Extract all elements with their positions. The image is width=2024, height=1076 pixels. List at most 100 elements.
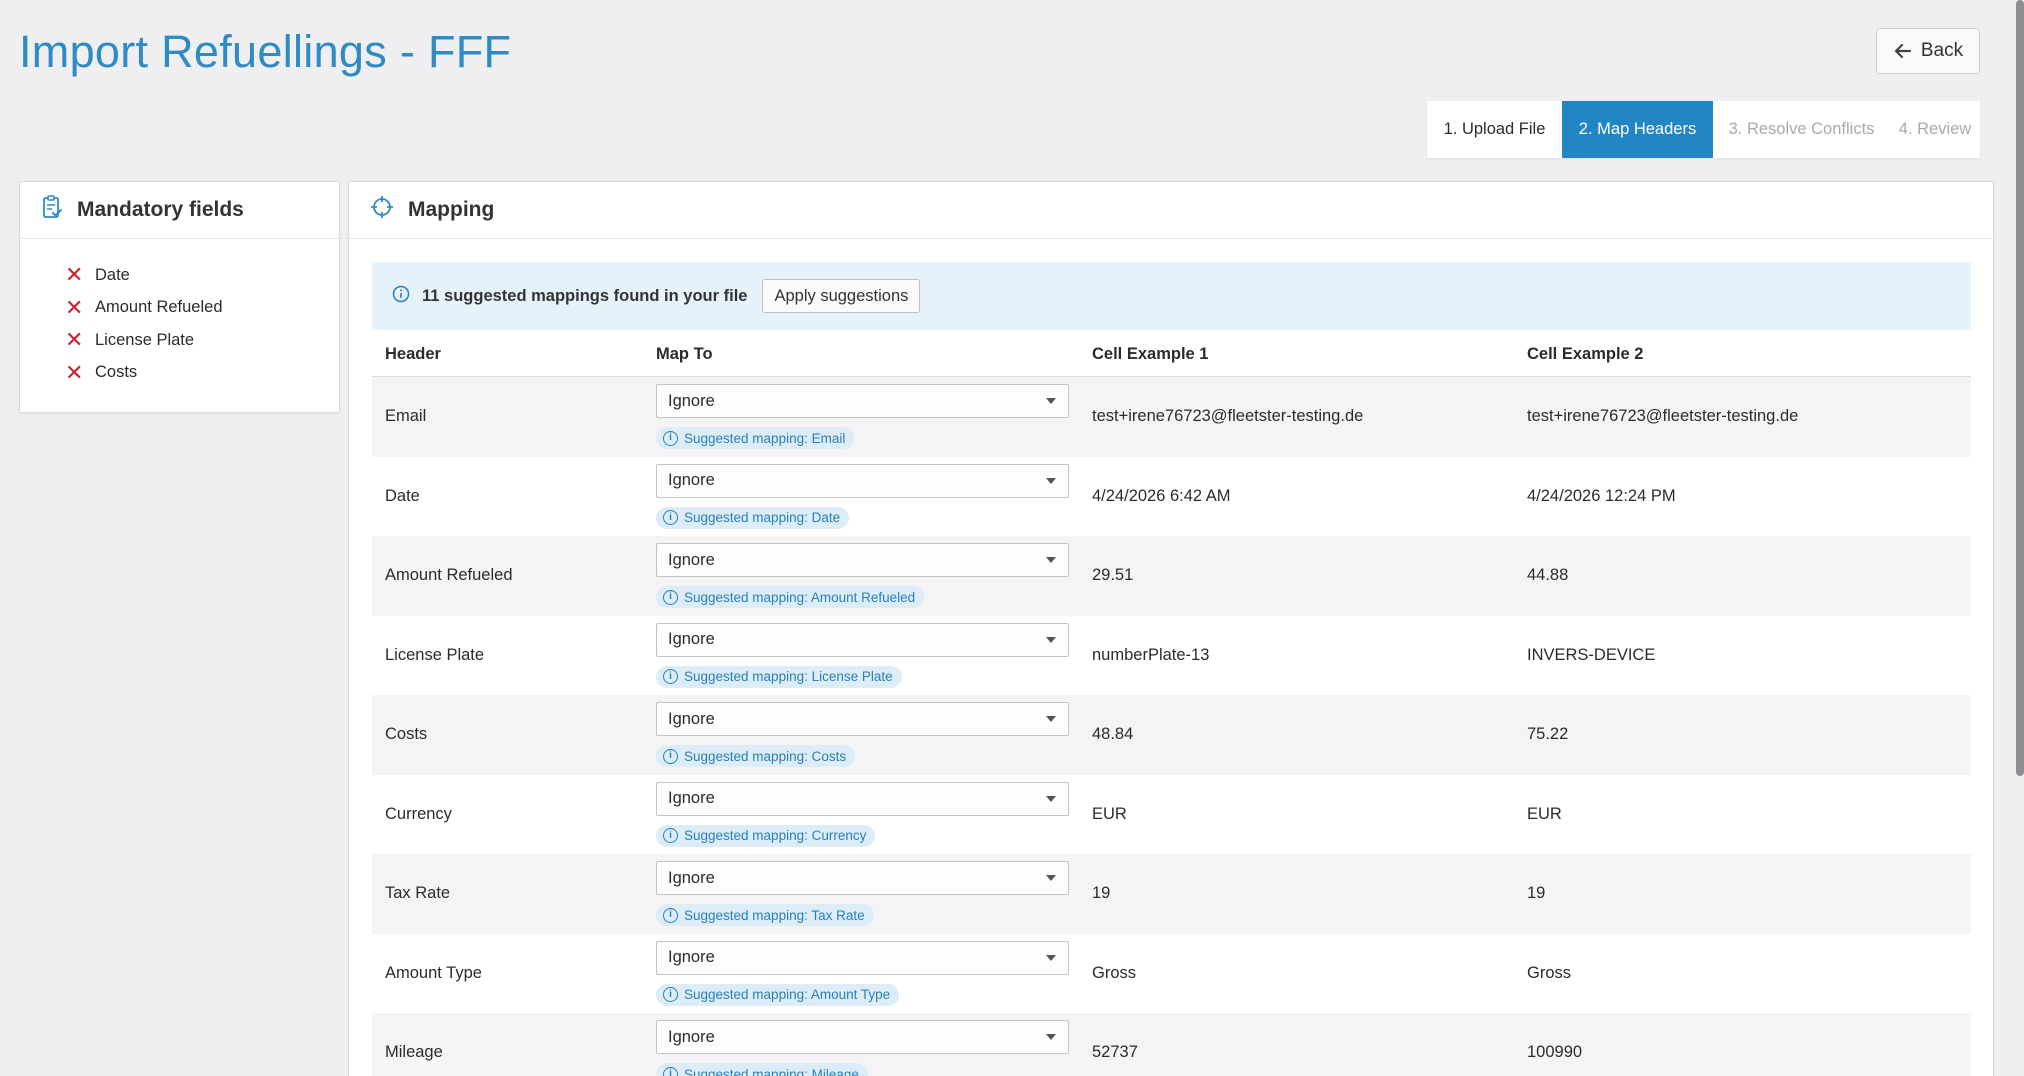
- suggested-mapping-chip[interactable]: i Suggested mapping: Costs: [656, 745, 856, 768]
- arrow-left-icon: [1893, 41, 1913, 61]
- mandatory-field-label: Amount Refueled: [95, 298, 223, 317]
- info-circle-icon: i: [663, 510, 678, 526]
- back-button[interactable]: Back: [1876, 28, 1980, 74]
- map-to-cell: Ignore i Suggested mapping: Amount Type: [643, 940, 1079, 1006]
- map-to-select[interactable]: Ignore: [656, 861, 1069, 896]
- cell-example-1: 4/24/2026 6:42 AM: [1092, 486, 1231, 505]
- suggested-mapping-label: Suggested mapping: Mileage: [684, 1066, 859, 1076]
- map-to-select-value: Ignore: [668, 471, 715, 490]
- column-header-cell-example-1: Cell Example 1: [1092, 344, 1209, 363]
- cell-example-2: 75.22: [1527, 725, 1569, 744]
- map-to-select[interactable]: Ignore: [656, 940, 1069, 975]
- map-to-select-value: Ignore: [668, 391, 715, 410]
- map-to-select-value: Ignore: [668, 709, 715, 728]
- table-row: Tax Rate Ignore i Suggested mapping: Tax…: [372, 854, 1971, 934]
- cell-example-2: 44.88: [1527, 566, 1569, 585]
- x-mark-icon: ✕: [65, 294, 84, 320]
- suggested-mapping-label: Suggested mapping: Tax Rate: [684, 907, 865, 923]
- map-to-controls: Ignore i Suggested mapping: Tax Rate: [656, 861, 1079, 927]
- map-to-select-value: Ignore: [668, 630, 715, 649]
- page-title: Import Refuellings - FFF: [19, 26, 512, 77]
- map-to-cell: Ignore i Suggested mapping: Tax Rate: [643, 861, 1079, 927]
- row-header-name: Amount Type: [385, 963, 482, 982]
- row-header-name: Currency: [385, 804, 452, 823]
- map-to-cell: Ignore i Suggested mapping: Mileage: [643, 1020, 1079, 1076]
- suggested-mapping-chip[interactable]: i Suggested mapping: Email: [656, 427, 855, 450]
- suggested-mapping-label: Suggested mapping: License Plate: [684, 669, 893, 685]
- x-mark-icon: ✕: [65, 359, 84, 385]
- row-header-name: Date: [385, 486, 420, 505]
- cell-example-1: numberPlate-13: [1092, 645, 1210, 664]
- mandatory-field-label: License Plate: [95, 330, 195, 349]
- map-to-select[interactable]: Ignore: [656, 1020, 1069, 1055]
- map-to-select[interactable]: Ignore: [656, 463, 1069, 498]
- info-circle-icon: i: [663, 669, 678, 685]
- step-review[interactable]: 4. Review: [1890, 101, 1980, 158]
- step-wizard: 1. Upload File 2. Map Headers 3. Resolve…: [1427, 101, 1980, 158]
- suggested-mapping-chip[interactable]: i Suggested mapping: Amount Refueled: [656, 586, 925, 609]
- caret-down-icon: [1046, 954, 1056, 961]
- page-scrollbar[interactable]: [2016, 0, 2024, 776]
- table-row: Email Ignore i Suggested mapping: Email …: [372, 377, 1971, 457]
- caret-down-icon: [1046, 1034, 1056, 1041]
- suggested-mapping-label: Suggested mapping: Costs: [684, 748, 847, 764]
- mandatory-field-label: Date: [95, 265, 130, 284]
- map-to-controls: Ignore i Suggested mapping: Email: [656, 384, 1079, 450]
- import-page: Import Refuellings - FFF Back 1. Upload …: [0, 0, 2024, 1076]
- cell-example-1: 48.84: [1092, 725, 1134, 744]
- step-resolve-conflicts[interactable]: 3. Resolve Conflicts: [1713, 101, 1890, 158]
- mandatory-fields-panel: Mandatory fields ✕ Date ✕ Amount Refueled …: [19, 181, 340, 413]
- info-circle-icon: i: [663, 828, 678, 844]
- row-header-name: Mileage: [385, 1043, 443, 1062]
- table-row: Currency Ignore i Suggested mapping: Cur…: [372, 774, 1971, 854]
- apply-suggestions-button[interactable]: Apply suggestions: [762, 279, 921, 313]
- map-to-select-value: Ignore: [668, 550, 715, 569]
- cell-example-2: 100990: [1527, 1043, 1583, 1062]
- suggestions-banner: 11 suggested mappings found in your file…: [372, 262, 1971, 330]
- caret-down-icon: [1046, 398, 1056, 405]
- caret-down-icon: [1046, 716, 1056, 723]
- map-to-controls: Ignore i Suggested mapping: Amount Type: [656, 940, 1079, 1006]
- suggested-mapping-chip[interactable]: i Suggested mapping: Date: [656, 506, 850, 529]
- map-to-cell: Ignore i Suggested mapping: Amount Refue…: [643, 543, 1079, 609]
- list-item: ✕ Costs: [65, 357, 339, 390]
- map-to-select[interactable]: Ignore: [656, 622, 1069, 657]
- cell-example-2: Gross: [1527, 963, 1572, 982]
- cell-example-1: 19: [1092, 884, 1111, 903]
- suggested-mapping-chip[interactable]: i Suggested mapping: Mileage: [656, 1063, 868, 1076]
- cell-example-1: Gross: [1092, 963, 1137, 982]
- mandatory-fields-list: ✕ Date ✕ Amount Refueled ✕ License Plate ✕ C…: [20, 239, 339, 389]
- map-to-select[interactable]: Ignore: [656, 781, 1069, 816]
- map-to-select[interactable]: Ignore: [656, 384, 1069, 419]
- suggested-mapping-label: Suggested mapping: Amount Type: [684, 987, 891, 1003]
- column-header-cell-example-2: Cell Example 2: [1527, 344, 1644, 363]
- step-map-headers[interactable]: 2. Map Headers: [1562, 101, 1713, 158]
- map-to-controls: Ignore i Suggested mapping: Mileage: [656, 1020, 1079, 1076]
- suggested-mapping-label: Suggested mapping: Email: [684, 430, 846, 446]
- map-to-controls: Ignore i Suggested mapping: License Plat…: [656, 622, 1079, 688]
- map-to-cell: Ignore i Suggested mapping: Currency: [643, 781, 1079, 847]
- map-to-cell: Ignore i Suggested mapping: Costs: [643, 702, 1079, 768]
- list-item: ✕ License Plate: [65, 324, 339, 357]
- info-circle-icon: i: [663, 430, 678, 446]
- row-header-name: Email: [385, 407, 427, 426]
- caret-down-icon: [1046, 557, 1056, 564]
- map-to-cell: Ignore i Suggested mapping: Date: [643, 463, 1079, 529]
- suggested-mapping-label: Suggested mapping: Date: [684, 510, 841, 526]
- info-circle-icon: i: [663, 987, 678, 1003]
- back-button-label: Back: [1920, 40, 1964, 61]
- cell-example-2: 19: [1527, 884, 1546, 903]
- mapping-header: Mapping: [349, 182, 1993, 239]
- map-to-select[interactable]: Ignore: [656, 543, 1069, 578]
- info-circle-icon: i: [663, 589, 678, 605]
- list-item: ✕ Amount Refueled: [65, 292, 339, 325]
- column-header-map-to: Map To: [656, 344, 713, 363]
- map-to-select-value: Ignore: [668, 789, 715, 808]
- step-upload-file[interactable]: 1. Upload File: [1427, 101, 1562, 158]
- suggested-mapping-chip[interactable]: i Suggested mapping: Tax Rate: [656, 904, 874, 927]
- cell-example-1: 52737: [1092, 1043, 1138, 1062]
- suggested-mapping-chip[interactable]: i Suggested mapping: Amount Type: [656, 983, 900, 1006]
- suggested-mapping-chip[interactable]: i Suggested mapping: Currency: [656, 824, 876, 847]
- map-to-select[interactable]: Ignore: [656, 702, 1069, 737]
- suggested-mapping-chip[interactable]: i Suggested mapping: License Plate: [656, 665, 902, 688]
